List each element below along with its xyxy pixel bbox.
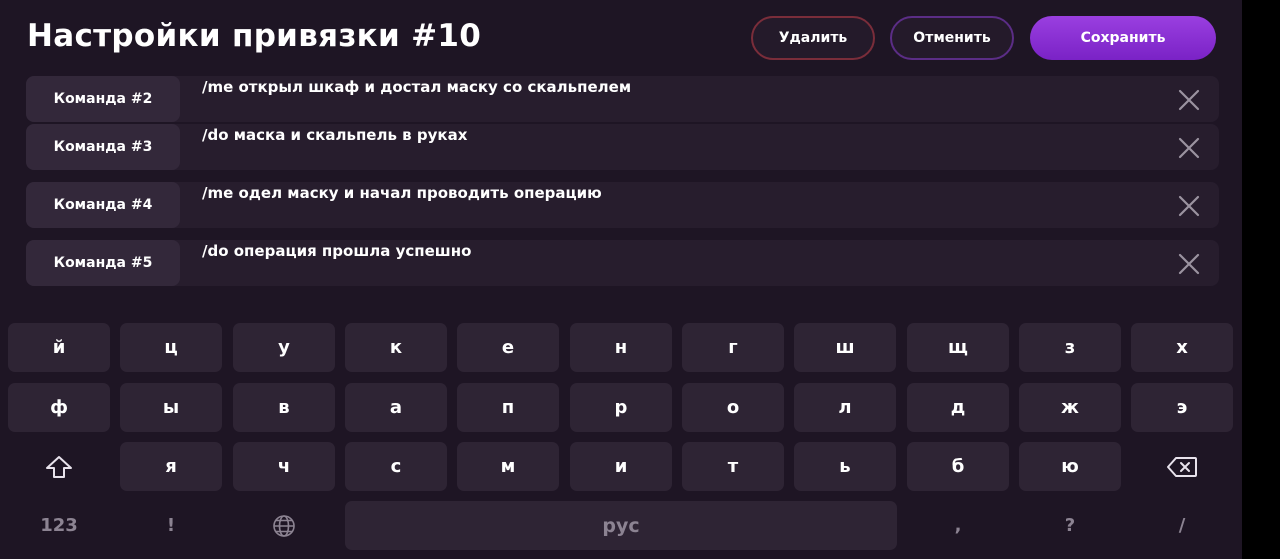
command-label: Команда #3 [26, 124, 180, 170]
save-button[interactable]: Сохранить [1030, 16, 1216, 60]
key[interactable]: ш [794, 323, 896, 372]
key[interactable]: м [457, 442, 559, 491]
key[interactable]: ж [1019, 383, 1121, 432]
page-title: Настройки привязки #10 [27, 18, 482, 54]
backspace-icon [1167, 456, 1197, 477]
language-key[interactable] [233, 501, 335, 550]
key[interactable]: ч [233, 442, 335, 491]
key[interactable]: о [682, 383, 784, 432]
space-key[interactable]: рус [345, 501, 897, 550]
command-text[interactable]: /do операция прошла успешно [202, 242, 471, 260]
key[interactable]: я [120, 442, 222, 491]
numbers-key[interactable]: 123 [8, 501, 110, 550]
command-row: Команда #5 /do операция прошла успешно [26, 240, 1219, 286]
key[interactable]: т [682, 442, 784, 491]
key[interactable]: и [570, 442, 672, 491]
command-label: Команда #4 [26, 182, 180, 228]
key[interactable]: з [1019, 323, 1121, 372]
command-label: Команда #5 [26, 240, 180, 286]
key[interactable]: ю [1019, 442, 1121, 491]
app-window: Настройки привязки #10 Удалить Отменить … [0, 0, 1242, 559]
key[interactable]: ц [120, 323, 222, 372]
key[interactable]: ь [794, 442, 896, 491]
key[interactable]: н [570, 323, 672, 372]
command-text[interactable]: /me открыл шкаф и достал маску со скальп… [202, 78, 631, 96]
key[interactable]: ы [120, 383, 222, 432]
key[interactable]: ф [8, 383, 110, 432]
question-key[interactable]: ? [1019, 501, 1121, 550]
key[interactable]: к [345, 323, 447, 372]
key[interactable]: щ [907, 323, 1009, 372]
globe-icon [273, 514, 295, 537]
key[interactable]: а [345, 383, 447, 432]
on-screen-keyboard: й ц у к е н г ш щ з х ф ы в а п р о л д … [0, 316, 1242, 559]
close-icon[interactable] [1177, 136, 1201, 160]
key[interactable]: л [794, 383, 896, 432]
screen-edge [1242, 0, 1280, 559]
command-label: Команда #2 [26, 76, 180, 122]
comma-key[interactable]: , [907, 501, 1009, 550]
close-icon[interactable] [1177, 88, 1201, 112]
key[interactable]: е [457, 323, 559, 372]
command-row: Команда #3 /do маска и скальпель в руках [26, 124, 1219, 170]
key[interactable]: р [570, 383, 672, 432]
command-text[interactable]: /me одел маску и начал проводить операци… [202, 184, 602, 202]
command-text[interactable]: /do маска и скальпель в руках [202, 126, 467, 144]
key[interactable]: п [457, 383, 559, 432]
command-row: Команда #2 /me открыл шкаф и достал маск… [26, 76, 1219, 122]
delete-button[interactable]: Удалить [751, 16, 875, 60]
key[interactable]: с [345, 442, 447, 491]
shift-icon [46, 455, 72, 478]
close-icon[interactable] [1177, 194, 1201, 218]
key[interactable]: э [1131, 383, 1233, 432]
key[interactable]: х [1131, 323, 1233, 372]
key[interactable]: у [233, 323, 335, 372]
key[interactable]: г [682, 323, 784, 372]
close-icon[interactable] [1177, 252, 1201, 276]
header: Настройки привязки #10 Удалить Отменить … [0, 0, 1242, 76]
exclaim-key[interactable]: ! [120, 501, 222, 550]
backspace-key[interactable] [1131, 442, 1233, 491]
slash-key[interactable]: / [1131, 501, 1233, 550]
shift-key[interactable] [8, 442, 110, 491]
cancel-button[interactable]: Отменить [890, 16, 1014, 60]
key[interactable]: д [907, 383, 1009, 432]
key[interactable]: в [233, 383, 335, 432]
key[interactable]: й [8, 323, 110, 372]
key[interactable]: б [907, 442, 1009, 491]
command-row: Команда #4 /me одел маску и начал провод… [26, 182, 1219, 228]
